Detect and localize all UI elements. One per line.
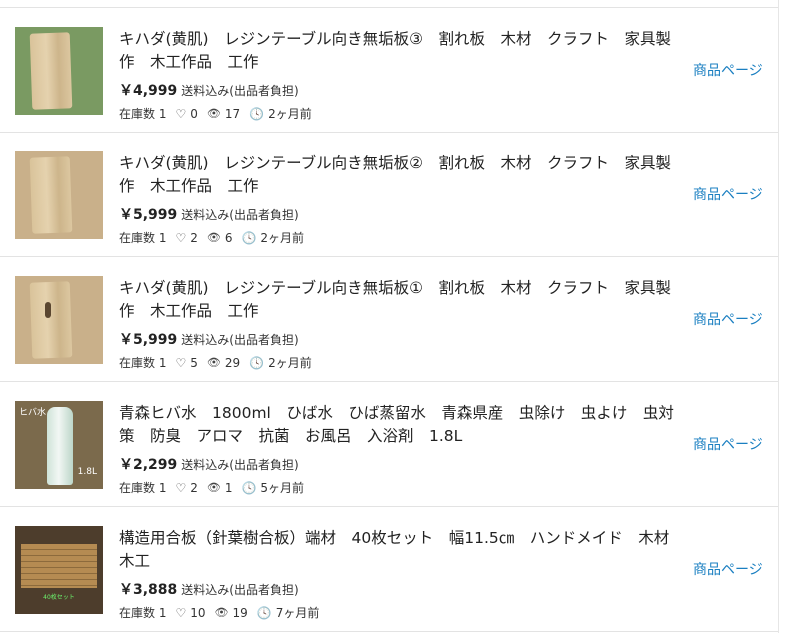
like-count: 10 <box>190 605 206 620</box>
stock-count: 在庫数 1 <box>119 481 167 495</box>
eye-icon: 👁 <box>214 606 229 619</box>
view-count: 29 <box>224 355 241 370</box>
wood-board-image <box>29 32 73 110</box>
meta-row: 在庫数 1 ♡ 0 👁 17 🕓 2ヶ月前 <box>119 105 312 122</box>
product-page-link[interactable]: 商品ページ <box>693 309 763 329</box>
listed-age: 2ヶ月前 <box>268 107 312 121</box>
list-item: ヒバ水 1.8L 青森ヒバ水 1800ml ひば水 ひば蒸留水 青森県産 虫除け… <box>0 382 778 507</box>
stock-count: 在庫数 1 <box>119 231 167 245</box>
shipping-note: 送料込み(出品者負担) <box>181 458 299 472</box>
product-page-link[interactable]: 商品ページ <box>693 434 763 454</box>
like-count: 0 <box>190 106 198 121</box>
product-title[interactable]: キハダ(黄肌) レジンテーブル向き無垢板① 割れ板 木材 クラフト 家具製作 木… <box>119 277 679 323</box>
plywood-caption: 40枚セット <box>43 594 75 601</box>
product-title[interactable]: 青森ヒバ水 1800ml ひば水 ひば蒸留水 青森県産 虫除け 虫よけ 虫対策 … <box>119 402 679 448</box>
price-amount: ￥3,888 <box>119 582 178 598</box>
heart-icon: ♡ <box>175 605 187 620</box>
product-list: キハダ(黄肌) レジンテーブル向き無垢板③ 割れ板 木材 クラフト 家具製作 木… <box>0 0 779 633</box>
product-page-link[interactable]: 商品ページ <box>693 559 763 579</box>
bottle-caption-top: ヒバ水 <box>19 408 47 418</box>
list-item: キハダ(黄肌) レジンテーブル向き無垢板③ 割れ板 木材 クラフト 家具製作 木… <box>0 7 778 133</box>
shipping-note: 送料込み(出品者負担) <box>181 583 299 597</box>
heart-icon: ♡ <box>175 230 187 245</box>
plywood-stack-image <box>21 544 97 588</box>
eye-icon: 👁 <box>206 107 221 120</box>
product-title[interactable]: キハダ(黄肌) レジンテーブル向き無垢板③ 割れ板 木材 クラフト 家具製作 木… <box>119 28 679 74</box>
clock-icon: 🕓 <box>241 230 257 245</box>
bottle-image <box>47 407 73 485</box>
eye-icon: 👁 <box>206 231 221 244</box>
meta-row: 在庫数 1 ♡ 5 👁 29 🕓 2ヶ月前 <box>119 354 312 371</box>
shipping-note: 送料込み(出品者負担) <box>181 84 299 98</box>
product-thumbnail[interactable]: 40枚セット <box>15 526 103 614</box>
list-item: キハダ(黄肌) レジンテーブル向き無垢板① 割れ板 木材 クラフト 家具製作 木… <box>0 257 778 382</box>
view-count: 19 <box>232 605 248 620</box>
list-item: 40枚セット 構造用合板（針葉樹合板）端材 40枚セット 幅11.5㎝ ハンドメ… <box>0 507 778 632</box>
eye-icon: 👁 <box>206 356 221 369</box>
price-amount: ￥5,999 <box>119 207 178 223</box>
price-row: ￥5,999 送料込み(出品者負担) <box>119 204 299 224</box>
price-row: ￥5,999 送料込み(出品者負担) <box>119 329 299 349</box>
heart-icon: ♡ <box>175 355 187 370</box>
list-item: キハダ(黄肌) レジンテーブル向き無垢板② 割れ板 木材 クラフト 家具製作 木… <box>0 132 778 257</box>
price-row: ￥3,888 送料込み(出品者負担) <box>119 579 299 599</box>
price-row: ￥4,999 送料込み(出品者負担) <box>119 80 299 100</box>
product-thumbnail[interactable] <box>15 27 103 115</box>
wood-board-image <box>29 281 73 359</box>
heart-icon: ♡ <box>175 480 187 495</box>
listed-age: 2ヶ月前 <box>268 356 312 370</box>
clock-icon: 🕓 <box>256 605 272 620</box>
product-title[interactable]: 構造用合板（針葉樹合板）端材 40枚セット 幅11.5㎝ ハンドメイド 木材 木… <box>119 527 685 573</box>
stock-count: 在庫数 1 <box>119 107 167 121</box>
eye-icon: 👁 <box>206 481 221 494</box>
meta-row: 在庫数 1 ♡ 10 👁 19 🕓 7ヶ月前 <box>119 604 319 621</box>
clock-icon: 🕓 <box>249 355 265 370</box>
listed-age: 5ヶ月前 <box>260 481 305 495</box>
heart-icon: ♡ <box>175 106 187 121</box>
product-thumbnail[interactable]: ヒバ水 1.8L <box>15 401 103 489</box>
bottle-caption-bottom: 1.8L <box>77 467 97 477</box>
view-count: 1 <box>224 480 233 495</box>
shipping-note: 送料込み(出品者負担) <box>181 333 299 347</box>
product-title[interactable]: キハダ(黄肌) レジンテーブル向き無垢板② 割れ板 木材 クラフト 家具製作 木… <box>119 152 679 198</box>
product-thumbnail[interactable] <box>15 151 103 239</box>
like-count: 5 <box>190 355 198 370</box>
price-amount: ￥4,999 <box>119 83 178 99</box>
view-count: 6 <box>224 230 233 245</box>
price-amount: ￥5,999 <box>119 332 178 348</box>
view-count: 17 <box>224 106 241 121</box>
like-count: 2 <box>190 480 198 495</box>
listed-age: 7ヶ月前 <box>275 606 320 620</box>
like-count: 2 <box>190 230 198 245</box>
clock-icon: 🕓 <box>241 480 257 495</box>
product-page-link[interactable]: 商品ページ <box>693 184 763 204</box>
listed-age: 2ヶ月前 <box>260 231 305 245</box>
stock-count: 在庫数 1 <box>119 606 167 620</box>
price-row: ￥2,299 送料込み(出品者負担) <box>119 454 299 474</box>
meta-row: 在庫数 1 ♡ 2 👁 1 🕓 5ヶ月前 <box>119 479 304 496</box>
meta-row: 在庫数 1 ♡ 2 👁 6 🕓 2ヶ月前 <box>119 229 304 246</box>
wood-knot <box>45 302 51 318</box>
wood-board-image <box>29 156 73 234</box>
price-amount: ￥2,299 <box>119 457 178 473</box>
stock-count: 在庫数 1 <box>119 356 167 370</box>
product-page-link[interactable]: 商品ページ <box>693 60 763 80</box>
clock-icon: 🕓 <box>249 106 265 121</box>
shipping-note: 送料込み(出品者負担) <box>181 208 299 222</box>
product-thumbnail[interactable] <box>15 276 103 364</box>
